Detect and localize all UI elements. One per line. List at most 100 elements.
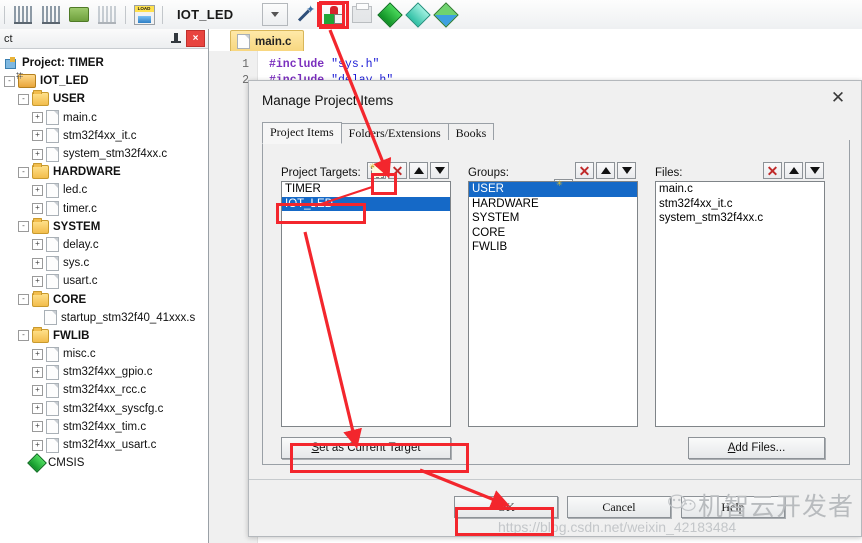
- batch-build-icon[interactable]: [66, 3, 92, 27]
- dialog-close-icon[interactable]: ✕: [815, 81, 861, 115]
- tree-node-label: usart.c: [63, 275, 98, 288]
- collapse-icon[interactable]: -: [18, 93, 29, 105]
- target-combo-dropdown-icon[interactable]: [262, 3, 288, 26]
- tree-node-system[interactable]: - SYSTEM: [0, 217, 208, 236]
- toolbar-separator-3: [162, 5, 163, 24]
- list-item[interactable]: HARDWARE: [469, 197, 637, 212]
- print-icon[interactable]: [349, 3, 375, 27]
- tree-node-fwlib[interactable]: - FWLIB: [0, 326, 208, 345]
- tree-node-usart-c[interactable]: + usart.c: [0, 272, 208, 290]
- list-item[interactable]: USER: [469, 182, 637, 197]
- move-file-up-icon[interactable]: [784, 162, 803, 179]
- project-tree[interactable]: Project: TIMER - IOT_LED - USER + main.c + stm3…: [0, 49, 208, 474]
- tree-node-timer-c[interactable]: + timer.c: [0, 200, 208, 218]
- green-diamond-icon[interactable]: [377, 1, 403, 28]
- tab-main-c[interactable]: main.c: [230, 30, 305, 52]
- close-icon[interactable]: ×: [186, 30, 205, 47]
- ok-button[interactable]: OK: [454, 496, 558, 518]
- stop-build-icon[interactable]: [94, 3, 120, 27]
- tree-node-stm32f4xx-usart-c[interactable]: + stm32f4xx_usart.c: [0, 436, 208, 454]
- expand-icon[interactable]: +: [32, 112, 43, 124]
- help-button[interactable]: Help: [681, 496, 785, 518]
- tree-node-stm32f4xx-it-c[interactable]: + stm32f4xx_it.c: [0, 127, 208, 145]
- delete-group-icon[interactable]: ✕: [575, 162, 594, 179]
- list-item[interactable]: stm32f4xx_it.c: [656, 197, 824, 212]
- tree-node-user[interactable]: - USER: [0, 90, 208, 108]
- tree-node-system-stm32f4xx-c[interactable]: + system_stm32f4xx.c: [0, 145, 208, 163]
- tab-project-items[interactable]: Project Items: [262, 122, 342, 144]
- expand-icon[interactable]: +: [32, 421, 43, 433]
- expand-icon[interactable]: +: [32, 257, 43, 269]
- list-item[interactable]: main.c: [656, 182, 824, 197]
- move-target-up-icon[interactable]: [409, 162, 428, 179]
- tree-node-stm32f4xx-syscfg-c[interactable]: + stm32f4xx_syscfg.c: [0, 400, 208, 418]
- set-as-current-target-button[interactable]: Set as Current Target: [281, 437, 451, 459]
- expand-icon[interactable]: +: [32, 348, 43, 360]
- project-targets-list[interactable]: TIMER IOT_LED: [281, 181, 451, 427]
- collapse-icon[interactable]: -: [18, 330, 29, 342]
- pin-icon[interactable]: [169, 32, 183, 46]
- line-text: #include "sys.h": [269, 58, 380, 71]
- tree-node-stm32f4xx-tim-c[interactable]: + stm32f4xx_tim.c: [0, 418, 208, 436]
- cancel-button[interactable]: Cancel: [567, 496, 671, 518]
- tree-node-label: startup_stm32f40_41xxx.s: [61, 311, 196, 324]
- expand-icon[interactable]: +: [32, 275, 43, 287]
- expand-icon[interactable]: +: [32, 203, 43, 215]
- files-list[interactable]: main.c stm32f4xx_it.c system_stm32f4xx.c: [655, 181, 825, 427]
- expand-icon[interactable]: +: [32, 130, 43, 142]
- tree-node-core[interactable]: - CORE: [0, 290, 208, 308]
- expand-icon[interactable]: +: [32, 403, 43, 415]
- delete-target-icon[interactable]: ✕: [388, 162, 407, 179]
- file-icon: [46, 237, 59, 253]
- tree-node-stm32f4xx-rcc-c[interactable]: + stm32f4xx_rcc.c: [0, 381, 208, 399]
- collapse-icon[interactable]: -: [18, 166, 29, 178]
- collapse-icon[interactable]: -: [18, 294, 29, 306]
- folder-icon: [32, 90, 49, 107]
- teal-diamond-icon[interactable]: [405, 1, 431, 28]
- tree-node-sys-c[interactable]: + sys.c: [0, 254, 208, 272]
- tree-node-misc-c[interactable]: + misc.c: [0, 345, 208, 363]
- list-item[interactable]: CORE: [469, 226, 637, 241]
- delete-file-icon[interactable]: ✕: [763, 162, 782, 179]
- add-files-button[interactable]: Add Files...: [688, 437, 825, 459]
- rebuild-all-icon[interactable]: [38, 3, 64, 27]
- expand-icon[interactable]: +: [32, 148, 43, 160]
- expand-icon[interactable]: +: [32, 184, 43, 196]
- tree-node-hardware[interactable]: - HARDWARE: [0, 163, 208, 181]
- load-icon[interactable]: [131, 3, 157, 27]
- tree-node-delay-c[interactable]: + delay.c: [0, 236, 208, 254]
- expand-icon[interactable]: +: [32, 366, 43, 378]
- tree-node-startup-stm32f40-41xxx-s[interactable]: startup_stm32f40_41xxx.s: [0, 309, 208, 327]
- list-item[interactable]: FWLIB: [469, 240, 637, 255]
- tree-node-cmsis[interactable]: CMSIS: [0, 453, 208, 474]
- list-item[interactable]: system_stm32f4xx.c: [656, 211, 824, 226]
- groups-label: Groups:: [468, 167, 509, 179]
- cmsis-icon: [27, 453, 47, 474]
- tree-node-main-c[interactable]: + main.c: [0, 109, 208, 127]
- multi-diamond-icon[interactable]: [433, 1, 459, 28]
- magic-wand-icon[interactable]: [293, 3, 319, 27]
- file-icon: [46, 364, 59, 380]
- tree-root[interactable]: Project: TIMER: [0, 54, 208, 72]
- collapse-icon[interactable]: -: [4, 75, 15, 87]
- project-panel-header: ct ×: [0, 29, 208, 49]
- tree-node-iot-led[interactable]: - IOT_LED: [0, 72, 208, 90]
- expand-icon[interactable]: +: [32, 384, 43, 396]
- list-item[interactable]: SYSTEM: [469, 211, 637, 226]
- expand-icon[interactable]: +: [32, 239, 43, 251]
- list-item[interactable]: IOT_LED: [282, 196, 450, 211]
- new-target-icon[interactable]: [367, 162, 386, 179]
- move-group-down-icon[interactable]: [617, 162, 636, 179]
- list-item[interactable]: TIMER: [282, 182, 450, 197]
- build-target-icon[interactable]: [10, 3, 36, 27]
- manage-project-items-icon[interactable]: [319, 0, 349, 29]
- file-icon: [46, 182, 59, 198]
- expand-icon[interactable]: +: [32, 439, 43, 451]
- tree-node-led-c[interactable]: + led.c: [0, 181, 208, 199]
- tree-node-stm32f4xx-gpio-c[interactable]: + stm32f4xx_gpio.c: [0, 363, 208, 381]
- groups-list[interactable]: USER HARDWARE SYSTEM CORE FWLIB: [468, 181, 638, 427]
- move-target-down-icon[interactable]: [430, 162, 449, 179]
- move-group-up-icon[interactable]: [596, 162, 615, 179]
- collapse-icon[interactable]: -: [18, 221, 29, 233]
- move-file-down-icon[interactable]: [805, 162, 824, 179]
